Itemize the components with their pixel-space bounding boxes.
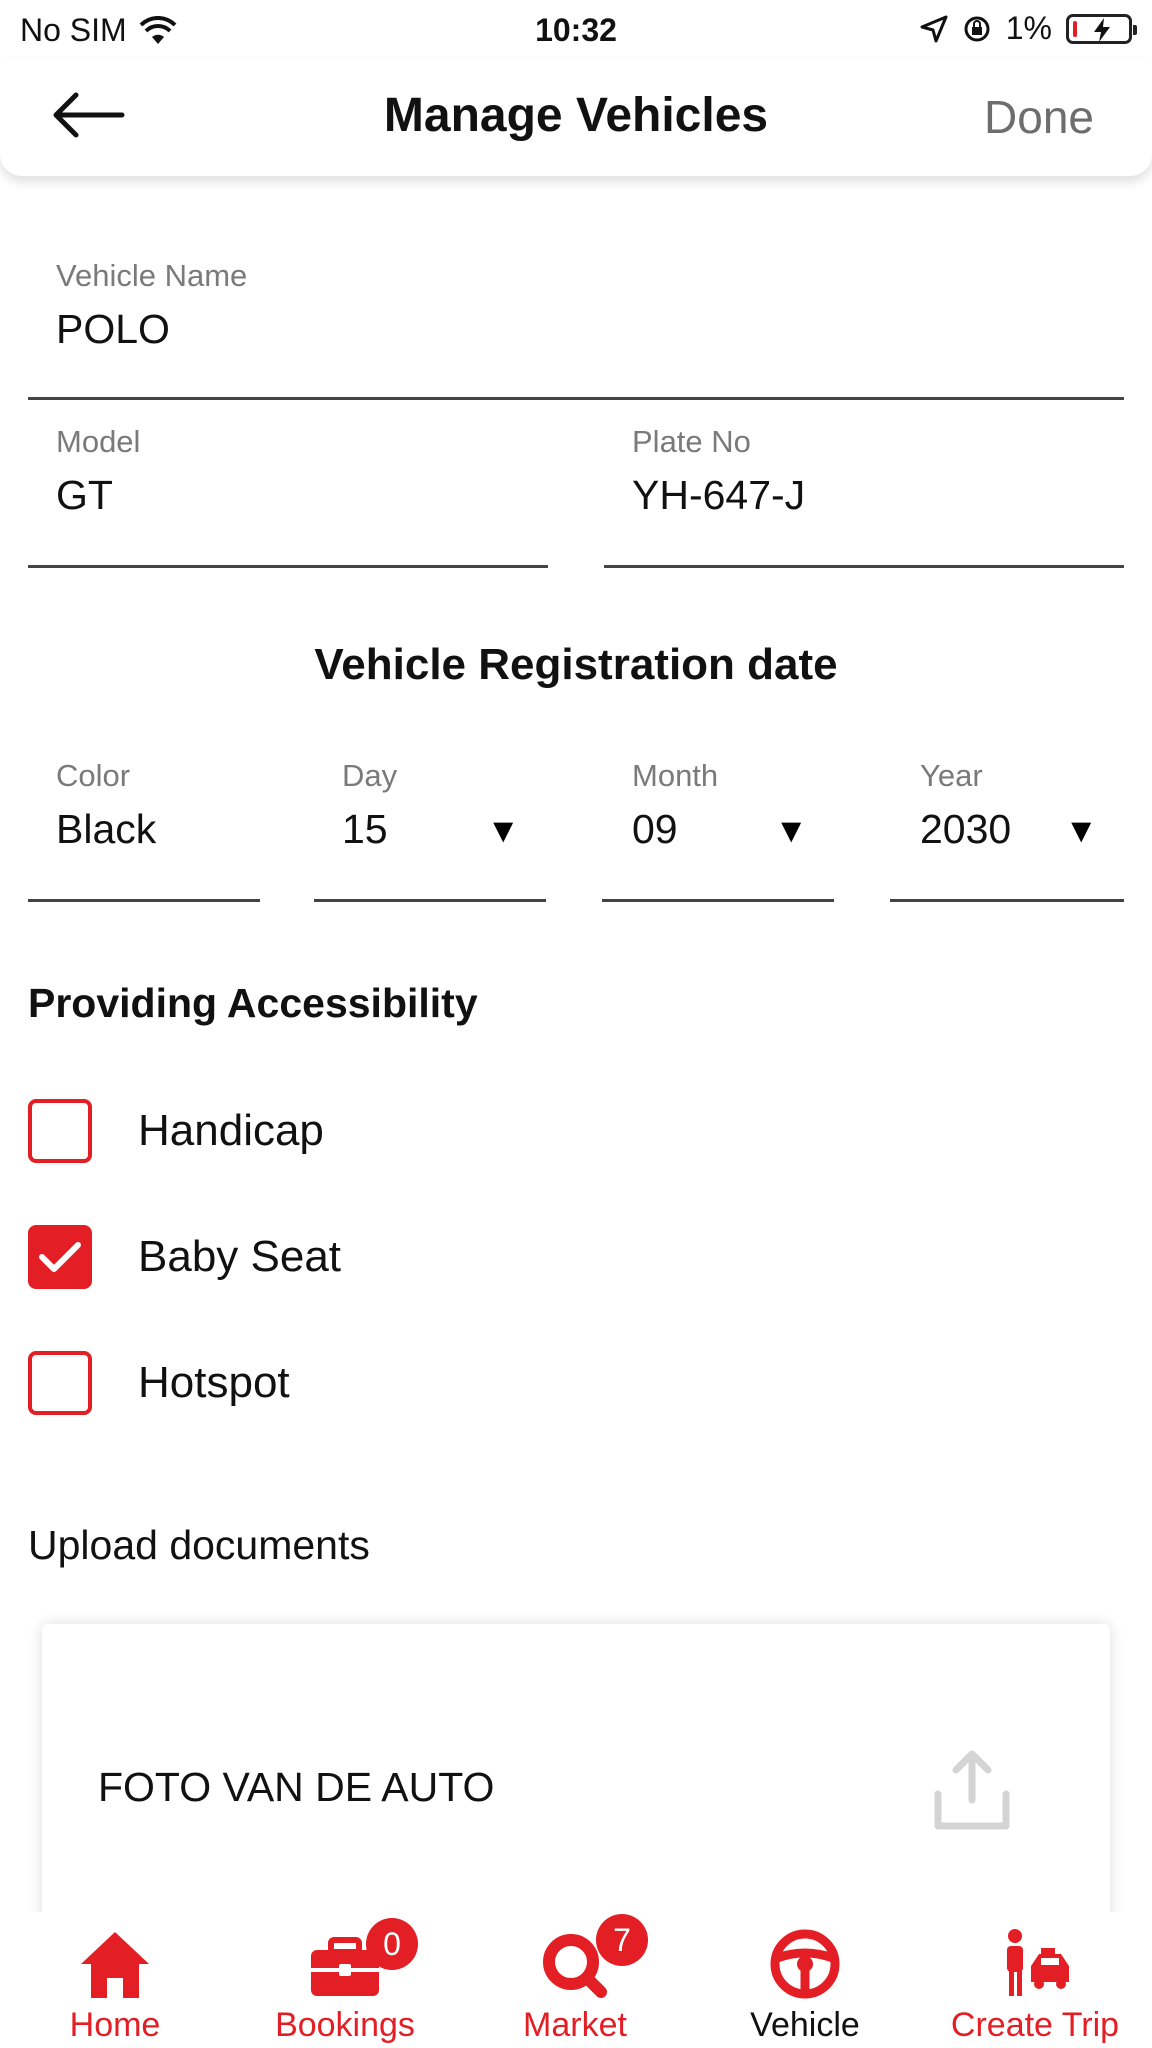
vehicle-name-field[interactable]: Vehicle Name POLO	[28, 240, 1124, 400]
year-label: Year	[920, 758, 983, 793]
status-bar: No SIM 10:32 1%	[0, 0, 1152, 58]
car-photo-label: FOTO VAN DE AUTO	[98, 1764, 495, 1810]
month-select[interactable]: Month 09 ▼	[602, 740, 834, 902]
vehicle-name-value: POLO	[56, 306, 170, 352]
color-field[interactable]: Color Black	[28, 740, 260, 902]
nav-home-label: Home	[69, 2006, 161, 2044]
handicap-checkbox[interactable]	[28, 1099, 92, 1163]
nav-home[interactable]: Home	[0, 1912, 230, 2048]
bottom-navigation: Home 0 Bookings 7 Market Vehicle Create …	[0, 1912, 1152, 2048]
model-value: GT	[56, 472, 113, 518]
day-value: 15	[342, 806, 388, 852]
checkmark-icon	[39, 1242, 81, 1272]
chevron-down-icon: ▼	[1064, 812, 1098, 850]
orientation-lock-icon	[964, 16, 990, 41]
day-label: Day	[342, 758, 398, 793]
battery-percent: 1%	[1005, 10, 1052, 46]
status-right: 1%	[920, 10, 1137, 47]
day-select[interactable]: Day 15 ▼	[314, 740, 546, 902]
model-field[interactable]: Model GT	[28, 408, 548, 568]
nav-bookings[interactable]: 0 Bookings	[230, 1912, 460, 2048]
nav-create-trip-label: Create Trip	[950, 2006, 1120, 2044]
hotspot-option[interactable]: Hotspot	[28, 1348, 290, 1418]
steering-wheel-icon	[770, 1929, 840, 1999]
page-title: Manage Vehicles	[383, 89, 769, 142]
chevron-down-icon: ▼	[486, 812, 520, 850]
plate-no-value: YH-647-J	[632, 472, 806, 518]
month-label: Month	[632, 758, 719, 793]
nav-vehicle-label: Vehicle	[750, 2006, 860, 2044]
bookings-badge: 0	[366, 1918, 418, 1970]
nav-bookings-label: Bookings	[275, 2006, 415, 2044]
baby-seat-option[interactable]: Baby Seat	[28, 1222, 341, 1292]
battery-icon	[1066, 13, 1137, 44]
year-select[interactable]: Year 2030 ▼	[890, 740, 1124, 902]
nav-vehicle[interactable]: Vehicle	[690, 1912, 920, 2048]
baby-seat-checkbox[interactable]	[28, 1225, 92, 1289]
location-arrow-icon	[920, 15, 948, 42]
vehicle-name-label: Vehicle Name	[56, 258, 248, 293]
accessibility-title: Providing Accessibility	[28, 980, 478, 1026]
done-button[interactable]: Done	[984, 90, 1094, 144]
month-value: 09	[632, 806, 678, 852]
plate-no-field[interactable]: Plate No YH-647-J	[604, 408, 1124, 568]
baby-seat-label: Baby Seat	[138, 1232, 342, 1281]
color-value: Black	[56, 806, 157, 852]
home-icon	[81, 1932, 149, 1998]
upload-documents-title: Upload documents	[28, 1522, 370, 1568]
plate-no-label: Plate No	[632, 424, 751, 459]
app-header: Manage Vehicles Done	[0, 58, 1152, 176]
nav-create-trip[interactable]: Create Trip	[920, 1912, 1150, 2048]
nav-market[interactable]: 7 Market	[460, 1912, 690, 2048]
traveler-car-icon	[1007, 1929, 1069, 1996]
handicap-option[interactable]: Handicap	[28, 1096, 324, 1166]
registration-date-title: Vehicle Registration date	[314, 640, 838, 689]
hotspot-checkbox[interactable]	[28, 1351, 92, 1415]
nav-market-label: Market	[523, 2006, 627, 2044]
chevron-down-icon: ▼	[774, 812, 808, 850]
upload-icon[interactable]	[932, 1748, 1012, 1832]
handicap-label: Handicap	[138, 1106, 324, 1155]
color-label: Color	[56, 758, 131, 793]
hotspot-label: Hotspot	[138, 1358, 290, 1407]
market-badge: 7	[596, 1914, 648, 1966]
year-value: 2030	[920, 806, 1012, 852]
model-label: Model	[56, 424, 141, 459]
